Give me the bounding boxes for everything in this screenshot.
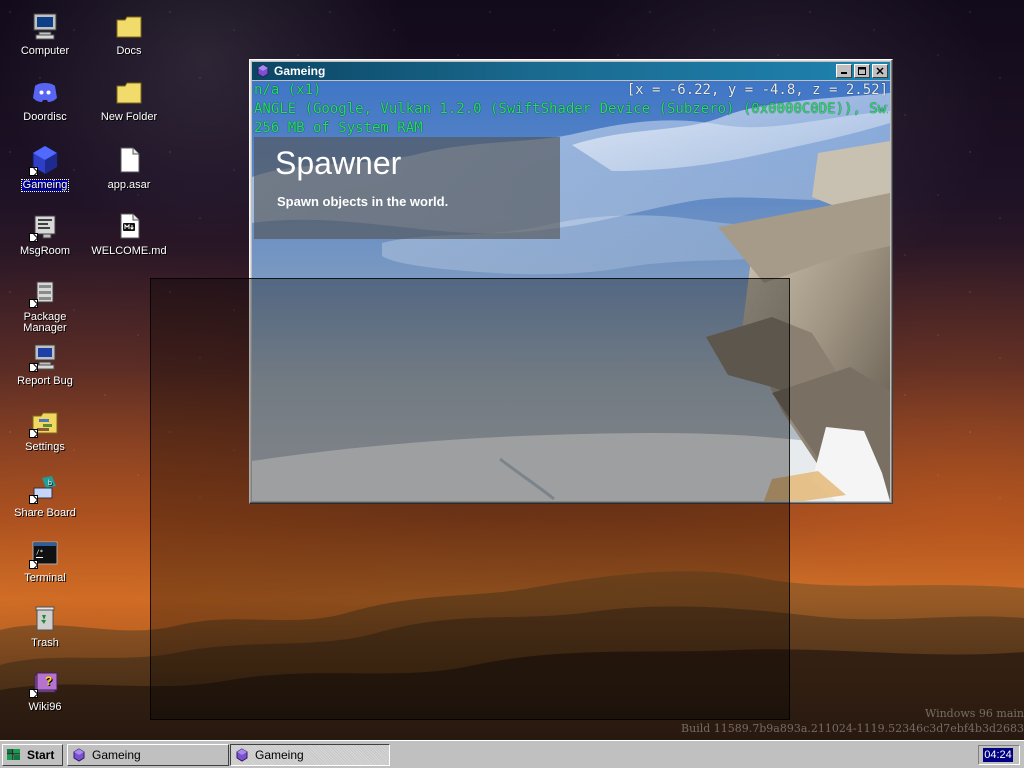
- desktop-icon-label: MsgRoom: [19, 245, 71, 257]
- game-icon: [256, 64, 270, 78]
- desktop-icon-welcome-md[interactable]: WELCOME.md: [86, 202, 172, 264]
- taskbar-button-label: Gameing: [92, 748, 141, 762]
- fps-row: n/a (x1) [x = -6.22, y = -4.8, z = 2.52]: [254, 81, 888, 99]
- message-room-icon: [29, 210, 61, 242]
- memory-row: 256 MB of System RAM: [254, 119, 888, 137]
- desktop: Gameing Computer Doordisc MsgRoom Packag…: [0, 0, 1024, 768]
- package-manager-icon: [29, 276, 61, 308]
- desktop-icon-trash[interactable]: Trash: [2, 594, 88, 656]
- shortcut-arrow-icon: [29, 495, 38, 504]
- desktop-icon-computer[interactable]: Computer: [2, 2, 88, 64]
- window-titlebar[interactable]: Gameing: [252, 62, 890, 80]
- desktop-icon-label: Package Manager: [23, 311, 67, 334]
- desktop-icon-label: app.asar: [107, 179, 151, 191]
- maximize-button[interactable]: [854, 64, 870, 78]
- game-icon: [235, 748, 249, 762]
- system-tray: 04:24: [978, 745, 1020, 765]
- watermark-line-2: Build 11589.7b9a893a.211024-1119.52346c3…: [681, 722, 1024, 735]
- window-title: Gameing: [274, 64, 326, 78]
- desktop-icon-label: Terminal: [24, 572, 66, 584]
- markdown-file-icon: [113, 210, 145, 242]
- desktop-icon-share-board[interactable]: b Share Board: [2, 464, 88, 526]
- svg-text:b: b: [48, 480, 52, 487]
- shortcut-arrow-icon: [29, 429, 38, 438]
- desktop-icon-new-folder[interactable]: New Folder: [86, 68, 172, 130]
- desktop-icon-label: Doordisc: [23, 111, 67, 123]
- fps-readout: n/a (x1): [254, 82, 322, 98]
- taskbar-button-gameing[interactable]: Gameing: [67, 744, 229, 766]
- folder-icon: [113, 10, 145, 42]
- folder-icon: [113, 76, 145, 108]
- shortcut-arrow-icon: [29, 560, 38, 569]
- windows-logo-icon: [6, 748, 21, 762]
- desktop-icon-label: Report Bug: [17, 375, 73, 387]
- discord-icon: [29, 76, 61, 108]
- taskbar-button-label: Gameing: [255, 748, 304, 762]
- report-bug-icon: [29, 340, 61, 372]
- shortcut-arrow-icon: [29, 363, 38, 372]
- svg-text:?: ?: [45, 674, 52, 688]
- desktop-icon-label: Trash: [31, 637, 59, 649]
- shortcut-arrow-icon: [29, 689, 38, 698]
- renderer-row: ANGLE (Google, Vulkan 1.2.0 (SwiftShader…: [254, 100, 888, 118]
- shortcut-arrow-icon: [29, 167, 38, 176]
- share-board-icon: b: [29, 472, 61, 504]
- desktop-icon-doordisc[interactable]: Doordisc: [2, 68, 88, 130]
- desktop-icon-msgroom[interactable]: MsgRoom: [2, 202, 88, 264]
- spawner-title: Spawner: [275, 145, 402, 181]
- desktop-icon-label: New Folder: [100, 111, 158, 123]
- computer-icon: [29, 10, 61, 42]
- desktop-icon-label: WELCOME.md: [91, 245, 167, 257]
- desktop-icon-package-manager[interactable]: Package Manager: [2, 268, 88, 334]
- desktop-icon-app-asar[interactable]: app.asar: [86, 136, 172, 198]
- game-icon: [29, 144, 61, 176]
- desktop-icon-docs[interactable]: Docs: [86, 2, 172, 64]
- settings-icon: [29, 406, 61, 438]
- start-label: Start: [27, 748, 55, 762]
- shortcut-arrow-icon: [29, 299, 38, 308]
- desktop-icon-gameing[interactable]: Gameing: [2, 136, 88, 198]
- terminal-icon: /*: [29, 537, 61, 569]
- desktop-icon-wiki96[interactable]: ? Wiki96: [2, 658, 88, 720]
- wiki-icon: ?: [29, 666, 61, 698]
- desktop-icon-label: Wiki96: [28, 701, 62, 713]
- desktop-icon-label: Docs: [116, 45, 142, 57]
- desktop-icon-label: Share Board: [14, 507, 76, 519]
- close-button[interactable]: [872, 64, 888, 78]
- clock[interactable]: 04:24: [983, 748, 1013, 762]
- desktop-icon-report-bug[interactable]: Report Bug: [2, 332, 88, 394]
- start-button[interactable]: Start: [2, 744, 63, 766]
- desktop-icon-settings[interactable]: Settings: [2, 398, 88, 460]
- spawner-panel: Spawner Spawn objects in the world.: [254, 137, 560, 239]
- game-icon: [72, 748, 86, 762]
- selection-rectangle: [150, 278, 790, 720]
- shortcut-arrow-icon: [29, 233, 38, 242]
- window-controls: [836, 64, 888, 78]
- desktop-icon-label: Gameing: [20, 179, 70, 192]
- taskbar: Start Gameing Gameing 04:24: [0, 740, 1024, 768]
- desktop-icon-label: Settings: [25, 441, 65, 453]
- trash-icon: [29, 602, 61, 634]
- coordinate-readout: [x = -6.22, y = -4.8, z = 2.52]: [626, 82, 888, 98]
- svg-text:/*: /*: [36, 549, 44, 556]
- spawner-description: Spawn objects in the world.: [277, 194, 449, 209]
- minimize-button[interactable]: [836, 64, 852, 78]
- taskbar-button-gameing-active[interactable]: Gameing: [230, 744, 390, 766]
- desktop-icon-label: Computer: [20, 45, 70, 57]
- file-icon: [113, 144, 145, 176]
- desktop-icon-terminal[interactable]: /* Terminal: [2, 529, 88, 591]
- renderer-readout: ANGLE (Google, Vulkan 1.2.0 (SwiftShader…: [254, 101, 888, 117]
- memory-readout: 256 MB of System RAM: [254, 120, 423, 136]
